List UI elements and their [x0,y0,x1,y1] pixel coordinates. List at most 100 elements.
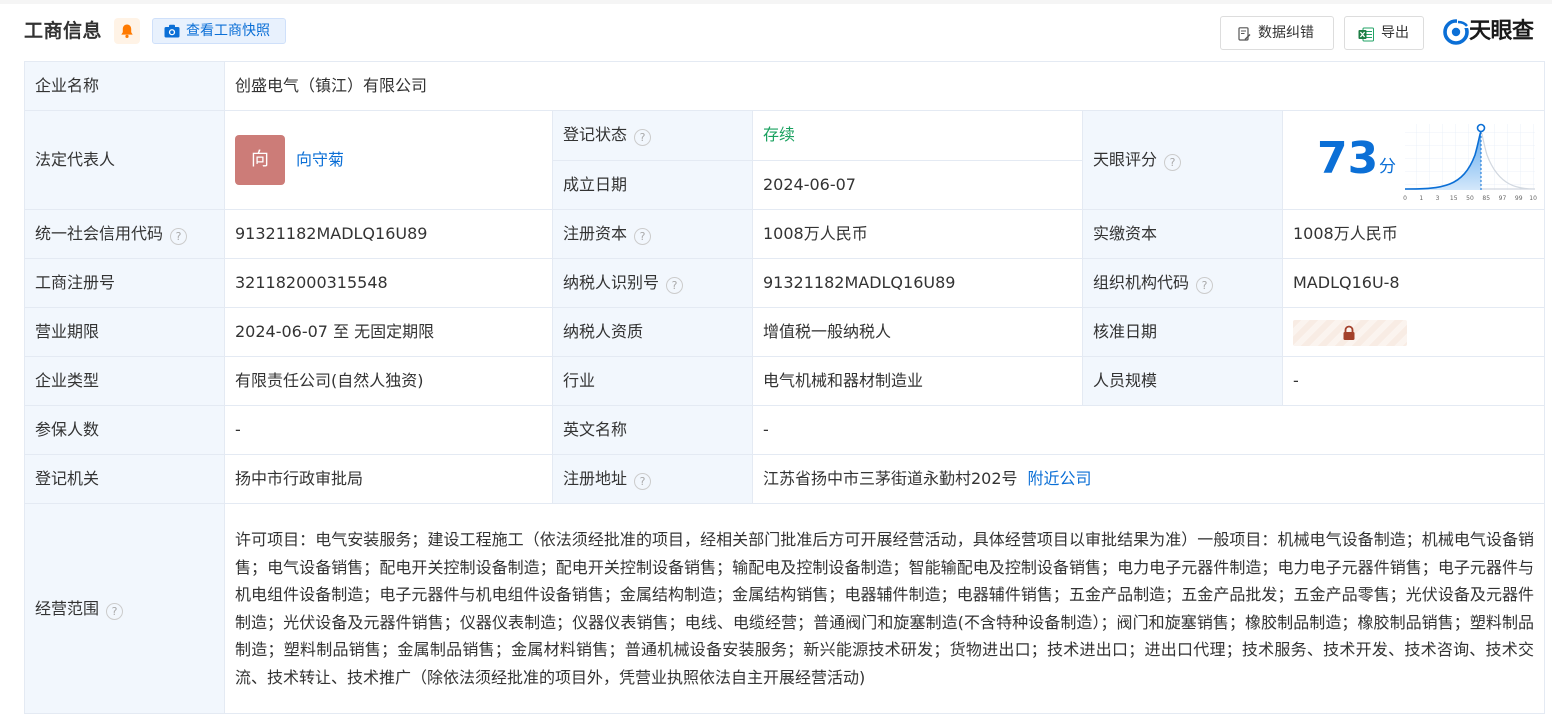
table-row: 企业名称 创盛电气（镇江）有限公司 [24,61,1546,111]
staff-size: - [1281,356,1546,406]
capital-label: 注册资本 [563,224,628,243]
business-info-table: 企业名称 创盛电气（镇江）有限公司 法定代表人 向 向守菊 登记状态? 存续 天… [24,61,1546,714]
credit-code-label-cell: 统一社会信用代码? [24,209,225,259]
table-row: 统一社会信用代码? 91321182MADLQ16U89 注册资本? 1008万… [24,209,1546,259]
registered-address: 江苏省扬中市三茅街道永勤村202号 [763,469,1018,488]
table-row: 工商注册号 321182000315548 纳税人识别号? 91321182MA… [24,258,1546,308]
logo-text: 天眼查 [1469,19,1534,44]
help-icon[interactable]: ? [666,277,684,294]
paid-capital-label: 实缴资本 [1082,209,1283,259]
data-correction-label: 数据纠错 [1258,25,1314,41]
org-code-label-cell: 组织机构代码? [1082,258,1283,308]
capital-label-cell: 注册资本? [552,209,753,259]
legal-rep-label: 法定代表人 [24,110,225,210]
score-unit: 分 [1379,157,1396,177]
help-icon[interactable]: ? [634,228,652,245]
reg-no: 321182000315548 [224,258,553,308]
address-label: 注册地址 [563,469,628,488]
staff-size-label: 人员规模 [1082,356,1283,406]
view-snapshot-button[interactable]: 查看工商快照 [152,18,286,44]
taxpayer-id: 91321182MADLQ16U89 [752,258,1083,308]
status-label-cell: 登记状态? [552,110,753,161]
score-distribution-chart: 0 1 3 15 50 85 97 99 100 [1403,123,1537,202]
avatar[interactable]: 向 [235,135,285,185]
org-code-label: 组织机构代码 [1093,273,1190,292]
help-icon[interactable]: ? [1196,277,1214,294]
nearby-companies-link[interactable]: 附近公司 [1028,469,1092,488]
table-row: 法定代表人 向 向守菊 登记状态? 存续 天眼评分? 73 分 0 1 3 15… [24,110,1546,210]
score-tick-label: 3 [1436,195,1440,202]
industry-label: 行业 [552,356,753,406]
insured-count: - [224,405,553,455]
table-row: 登记机关 扬中市行政审批局 注册地址? 江苏省扬中市三茅街道永勤村202号 附近公… [24,454,1546,504]
help-icon[interactable]: ? [634,473,652,490]
help-icon[interactable]: ? [170,228,188,245]
company-type-label: 企业类型 [24,356,225,406]
taxpayer-id-label: 纳税人识别号 [563,273,660,292]
company-name-label: 企业名称 [24,61,225,111]
approval-date-cell [1281,307,1546,357]
tianyancha-logo-icon [1443,19,1469,45]
established-label: 成立日期 [552,159,753,210]
score-tick-label: 85 [1482,195,1490,202]
taxpayer-qual-label: 纳税人资质 [552,307,753,357]
section-title: 工商信息 [24,20,103,42]
established-date: 2024-06-07 [752,159,1083,210]
authority-label: 登记机关 [24,454,225,504]
score-tick-label: 99 [1515,195,1523,202]
org-code: MADLQ16U-8 [1281,258,1546,308]
score-tick-labels: 0 1 3 15 50 85 97 99 100 [1403,195,1537,202]
export-label: 导出 [1381,25,1409,41]
help-icon[interactable]: ? [634,129,652,147]
export-button[interactable]: 导出 [1344,16,1424,50]
help-icon[interactable]: ? [106,602,124,620]
paid-capital: 1008万人民币 [1281,209,1546,259]
credit-code: 91321182MADLQ16U89 [224,209,553,259]
bell-icon[interactable] [114,18,140,44]
table-row: 参保人数 - 英文名称 - [24,405,1546,455]
legal-rep-cell: 向 向守菊 [224,110,553,210]
taxpayer-qualification: 增值税一般纳税人 [752,307,1083,357]
address-cell: 江苏省扬中市三茅街道永勤村202号 附近公司 [751,454,1546,504]
approval-date-label: 核准日期 [1082,307,1283,357]
legal-rep-name[interactable]: 向守菊 [296,146,344,174]
section-header: 工商信息 查看工商快照 数据纠错 导出 天眼查 [0,4,1552,60]
score-value: 73 [1317,133,1379,184]
data-correction-button[interactable]: 数据纠错 [1220,16,1334,50]
help-icon[interactable]: ? [1164,154,1182,171]
business-scope: 许可项目：电气安装服务；建设工程施工（依法须经批准的项目，经相关部门批准后方可开… [223,503,1546,714]
company-type: 有限责任公司(自然人独资) [224,356,553,406]
registration-authority: 扬中市行政审批局 [224,454,553,504]
view-snapshot-label: 查看工商快照 [186,23,270,39]
locked-value[interactable] [1293,319,1407,346]
lock-icon [1343,325,1355,340]
score-cell[interactable]: 73 分 0 1 3 15 50 85 97 99 100 [1281,110,1546,210]
score-tick-label: 97 [1499,195,1507,202]
score-label-cell: 天眼评分? [1082,110,1283,210]
business-term: 2024-06-07 至 无固定期限 [224,307,553,357]
camera-icon [164,24,180,38]
score-tick-label: 1 [1419,195,1423,202]
term-label: 营业期限 [24,307,225,357]
english-name: - [751,405,1546,455]
score-tick-label: 0 [1403,195,1407,202]
insured-label: 参保人数 [24,405,225,455]
address-label-cell: 注册地址? [552,454,753,504]
score-tick-label: 15 [1450,195,1458,202]
table-row: 营业期限 2024-06-07 至 无固定期限 纳税人资质 增值税一般纳税人 核… [24,307,1546,357]
status-label: 登记状态 [563,125,628,145]
score-tick-label: 50 [1466,195,1474,202]
excel-icon [1358,27,1374,42]
company-name: 创盛电气（镇江）有限公司 [223,61,1546,111]
scope-label: 经营范围 [35,598,100,618]
status-badge: 存续 [763,125,796,145]
english-name-label: 英文名称 [552,405,753,455]
reg-no-label: 工商注册号 [24,258,225,308]
score-tick-label: 100 [1529,195,1537,202]
credit-code-label: 统一社会信用代码 [35,224,164,243]
status-cell: 存续 [752,110,1083,161]
score-label: 天眼评分 [1093,150,1158,169]
scope-label-cell: 经营范围? [24,503,225,714]
table-row: 企业类型 有限责任公司(自然人独资) 行业 电气机械和器材制造业 人员规模 - [24,356,1546,406]
industry: 电气机械和器材制造业 [752,356,1083,406]
